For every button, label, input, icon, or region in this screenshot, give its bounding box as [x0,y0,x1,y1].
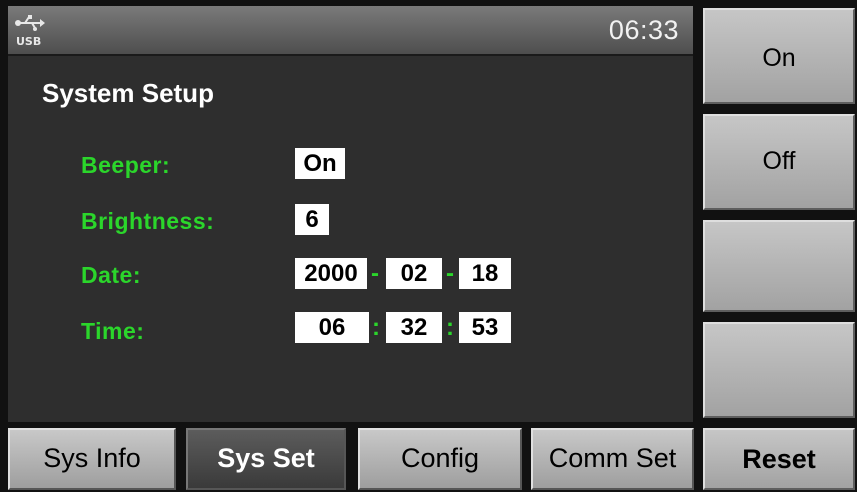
softkey-3-button[interactable] [703,220,855,312]
main-panel: System Setup Beeper: On Brightness: 6 Da… [8,56,693,422]
date-separator: - [371,260,379,287]
softkey-off-button[interactable]: Off [703,114,855,210]
tab-sys-set[interactable]: Sys Set [186,428,346,490]
tab-comm-set[interactable]: Comm Set [531,428,694,490]
softkey-on-button[interactable]: On [703,8,855,104]
date-year-field[interactable]: 2000 [295,258,367,289]
time-second-field[interactable]: 53 [459,312,511,343]
date-day-field[interactable]: 18 [459,258,511,289]
time-separator: : [446,314,454,341]
status-bar: USB 06:33 [8,6,693,56]
usb-icon: USB [14,14,48,48]
tab-config[interactable]: Config [358,428,522,490]
instrument-screen: USB 06:33 System Setup Beeper: On Bright… [0,0,857,492]
tab-sys-info[interactable]: Sys Info [8,428,176,490]
date-separator: - [446,260,454,287]
time-minute-field[interactable]: 32 [386,312,442,343]
brightness-value[interactable]: 6 [295,204,329,235]
time-separator: : [372,314,380,341]
beeper-value[interactable]: On [295,148,345,179]
softkey-4-button[interactable] [703,322,855,418]
clock: 06:33 [608,15,679,45]
beeper-label: Beeper: [81,152,171,178]
usb-icon-label: USB [16,35,41,48]
date-month-field[interactable]: 02 [386,258,442,289]
reset-button[interactable]: Reset [703,428,855,490]
brightness-label: Brightness: [81,208,215,234]
time-label: Time: [81,318,145,344]
date-label: Date: [81,262,142,288]
page-title: System Setup [42,78,214,108]
time-hour-field[interactable]: 06 [295,312,369,343]
